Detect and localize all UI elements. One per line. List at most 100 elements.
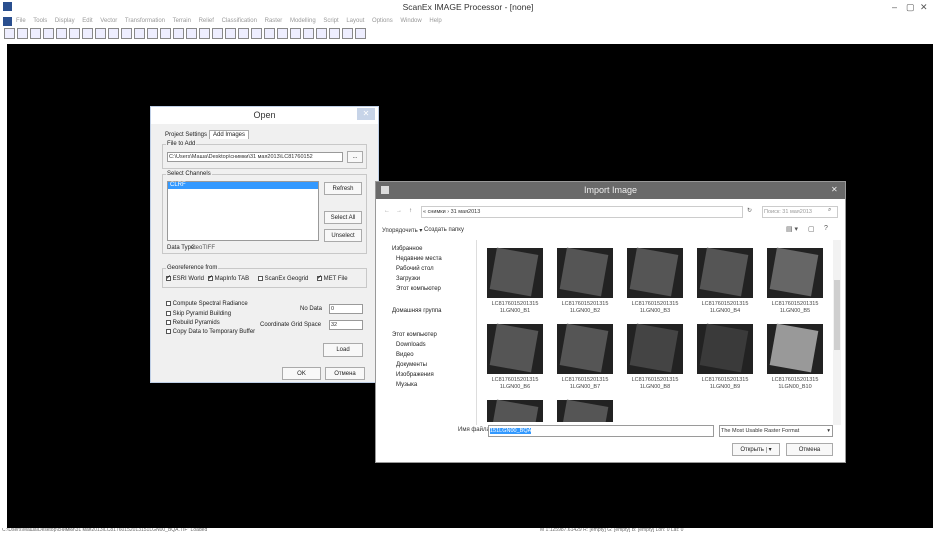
target-icon[interactable] [264,28,275,39]
tab-add-images[interactable]: Add Images [209,130,250,139]
pan-icon[interactable] [108,28,119,39]
address-bar[interactable]: « снимки › 31 мая2013 [421,206,743,218]
load-button[interactable]: Load [323,343,363,357]
close-icon[interactable]: ✕ [831,185,838,194]
menu-vector[interactable]: Vector [100,18,117,24]
channel-item[interactable]: CLRF [168,182,318,189]
scrollbar-thumb[interactable] [834,280,840,350]
zoom-fit-icon[interactable] [82,28,93,39]
search-box[interactable]: Поиск: 31 мая2013 [762,206,838,218]
select-all-button[interactable]: Select All [324,211,362,224]
close-icon[interactable]: ✕ [357,108,375,120]
file-thumbnail[interactable] [627,323,683,374]
met-file-checkbox[interactable] [317,274,322,281]
refresh-icon[interactable] [43,28,54,39]
composite-icon[interactable] [199,28,210,39]
rebuild-pyramids-checkbox[interactable] [166,320,171,325]
nav-documents[interactable]: Документы [396,362,427,368]
file-thumbnail[interactable] [557,399,613,422]
zoom-in-icon[interactable] [56,28,67,39]
search-icon[interactable] [329,28,340,39]
back-icon[interactable]: ← [384,208,390,214]
nav-music[interactable]: Музыка [396,382,417,388]
new-folder-button[interactable]: Создать папку [424,227,464,233]
help-icon[interactable]: ? [824,225,828,232]
file-name[interactable]: LC8176015201315 1LGN00_B8 [622,377,688,391]
script-icon[interactable] [303,28,314,39]
menu-file[interactable]: File [16,18,26,24]
file-path-field[interactable]: C:\Users\Маша\Desktop\снимки\31 мая2013\… [167,152,343,162]
nav-homegroup[interactable]: Домашняя группа [392,308,442,314]
scanex-geogrid-checkbox[interactable] [258,276,263,281]
paste-icon[interactable] [225,28,236,39]
file-thumbnail[interactable] [487,247,543,298]
zoom-actual-icon[interactable] [95,28,106,39]
file-name[interactable]: LC8176015201315 1LGN00_B10 [762,377,828,391]
up-icon[interactable]: ↑ [409,208,412,214]
copy-temp-checkbox[interactable] [166,329,171,334]
settings-icon[interactable] [316,28,327,39]
tab-project-settings[interactable]: Project Settings [165,132,207,138]
menu-terrain[interactable]: Terrain [173,18,191,24]
layers-icon[interactable] [121,28,132,39]
unselect-button[interactable]: Unselect [324,229,362,242]
file-name[interactable]: LC8176015201315 1LGN00_B5 [762,301,828,315]
file-thumbnail[interactable] [697,323,753,374]
menu-script[interactable]: Script [323,18,338,24]
grid-icon[interactable] [277,28,288,39]
node-icon[interactable] [251,28,262,39]
draw-icon[interactable] [238,28,249,39]
grid-space-field[interactable]: 32 [329,320,363,330]
nav-recent[interactable]: Недавние места [396,256,442,262]
ruler-icon[interactable] [134,28,145,39]
nav-favorites[interactable]: Избранное [392,246,422,252]
select-icon[interactable] [173,28,184,39]
vector-icon[interactable] [160,28,171,39]
info-icon[interactable] [290,28,301,39]
file-name[interactable]: LC8176015201315 1LGN00_B3 [622,301,688,315]
filter-dropdown[interactable]: The Most Usable Raster Format ▾ [719,425,833,437]
menu-modelling[interactable]: Modelling [290,18,316,24]
copy-icon[interactable] [212,28,223,39]
mapinfo-checkbox[interactable] [208,274,213,281]
preview-pane-icon[interactable]: ▢ [808,225,815,233]
help-icon[interactable] [355,28,366,39]
save-icon[interactable] [17,28,28,39]
menu-edit[interactable]: Edit [82,18,92,24]
menu-transformation[interactable]: Transformation [125,18,165,24]
file-thumbnail[interactable] [627,247,683,298]
file-name[interactable]: LC8176015201315 1LGN00_B9 [692,377,758,391]
close-button[interactable]: ✕ [920,2,928,13]
file-thumbnail[interactable] [697,247,753,298]
view-icon[interactable]: ▤ ▾ [786,225,798,233]
channel-list[interactable]: CLRF [167,181,319,241]
chevron-down-icon[interactable]: ▾ [765,447,772,453]
ok-button[interactable]: OK [282,367,321,380]
print-icon[interactable] [342,28,353,39]
nav-desktop[interactable]: Рабочий стол [396,266,434,272]
menu-layout[interactable]: Layout [346,18,364,24]
import-cancel-button[interactable]: Отмена [786,443,833,456]
esri-world-checkbox[interactable] [166,274,171,281]
menu-raster[interactable]: Raster [265,18,283,24]
table-icon[interactable] [186,28,197,39]
histogram-icon[interactable] [147,28,158,39]
nav-this-pc[interactable]: Этот компьютер [392,332,437,338]
nav-this-pc-fav[interactable]: Этот компьютер [396,286,441,292]
menu-display[interactable]: Display [55,18,75,24]
file-name[interactable]: LC8176015201315 1LGN00_B1 [482,301,548,315]
nav-images[interactable]: Изображения [396,372,434,378]
nav-video[interactable]: Видео [396,352,414,358]
organize-menu[interactable]: Упорядочить ▾ [382,227,422,234]
new-icon[interactable] [4,28,15,39]
file-thumbnail[interactable] [557,247,613,298]
menu-window[interactable]: Window [400,18,421,24]
nav-downloads-fav[interactable]: Загрузки [396,276,420,282]
file-name[interactable]: LC8176015201315 1LGN00_B4 [692,301,758,315]
menu-relief[interactable]: Relief [199,18,214,24]
cancel-button[interactable]: Отмена [325,367,365,380]
file-thumbnail[interactable] [487,399,543,422]
menu-options[interactable]: Options [372,18,393,24]
browse-button[interactable]: ... [347,151,363,163]
file-thumbnail[interactable] [767,247,823,298]
